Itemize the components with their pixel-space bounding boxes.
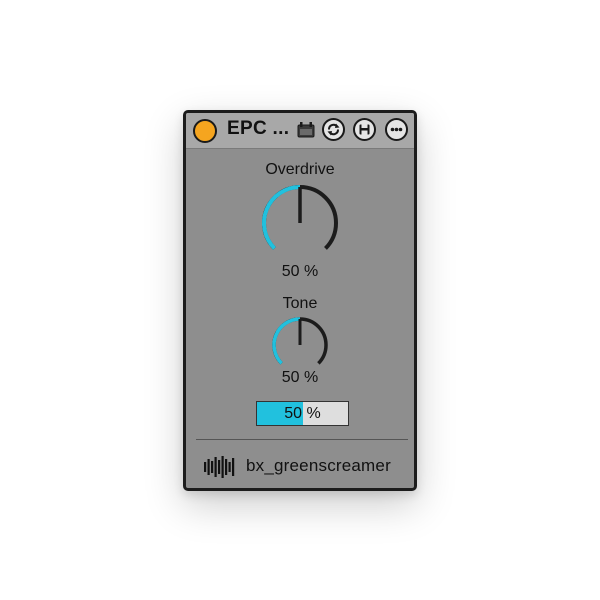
refresh-button[interactable] — [322, 118, 345, 141]
footer-divider — [196, 439, 408, 440]
mix-slider[interactable]: 50 % — [256, 401, 349, 426]
device-titlebar: EPC ... — [186, 113, 414, 149]
save-icon — [359, 124, 370, 135]
plugin-name[interactable]: bx_greenscreamer — [246, 456, 391, 476]
plugin-waveform-icon — [204, 456, 235, 478]
more-icon — [390, 127, 403, 132]
overdrive-label: Overdrive — [265, 161, 335, 178]
tone-label: Tone — [282, 295, 318, 312]
tone-value: 50 % — [281, 369, 319, 386]
device-panel: EPC ... Overdrive 50 % Tone 50 % 50 % bx… — [183, 110, 417, 491]
device-power-button[interactable] — [193, 119, 217, 143]
tone-dial[interactable] — [270, 315, 330, 375]
refresh-icon — [327, 123, 340, 136]
save-preset-button[interactable] — [353, 118, 376, 141]
overdrive-dial[interactable] — [260, 183, 340, 263]
midi-map-icon[interactable] — [296, 120, 316, 140]
device-body: Overdrive 50 % Tone 50 % 50 % bx_greensc… — [190, 149, 410, 488]
overdrive-value: 50 % — [281, 263, 319, 280]
more-options-button[interactable] — [385, 118, 408, 141]
mix-slider-value: 50 % — [284, 405, 321, 422]
device-title: EPC ... — [227, 118, 290, 139]
